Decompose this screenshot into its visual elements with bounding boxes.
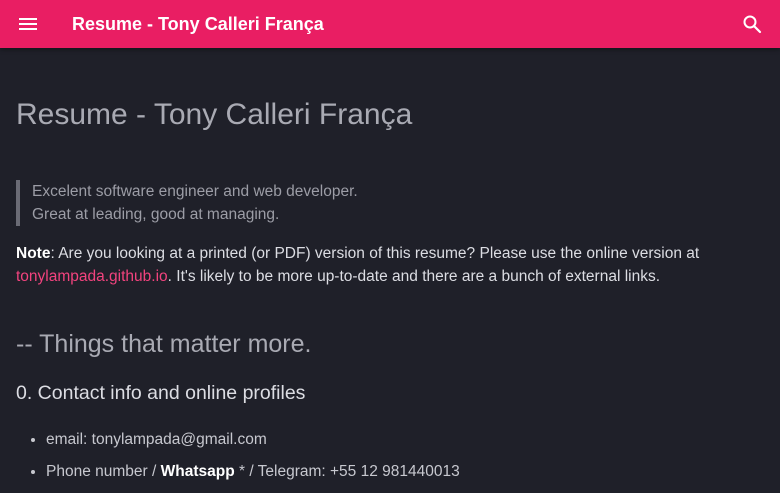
menu-icon	[19, 18, 37, 30]
note-paragraph: Note: Are you looking at a printed (or P…	[16, 242, 764, 288]
whatsapp-label: Whatsapp	[160, 463, 235, 480]
phone-prefix: Phone number /	[46, 463, 161, 480]
quote-line-2: Great at leading, good at managing.	[32, 206, 280, 223]
email-text: email: tonylampada@gmail.com	[46, 431, 267, 448]
section-heading: -- Things that matter more.	[16, 330, 312, 358]
subsection-heading: 0. Contact info and online profiles	[16, 382, 306, 404]
list-item-email: email: tonylampada@gmail.com	[46, 424, 460, 456]
contact-list: email: tonylampada@gmail.com Phone numbe…	[16, 424, 460, 488]
top-app-bar: Resume - Tony Calleri França	[0, 0, 780, 48]
quote-line-1: Excelent software engineer and web devel…	[32, 183, 358, 200]
phone-suffix: * / Telegram: +55 12 981440013	[234, 463, 460, 480]
online-version-link[interactable]: tonylampada.github.io	[16, 268, 168, 285]
menu-button[interactable]	[16, 12, 40, 36]
summary-blockquote: Excelent software engineer and web devel…	[16, 180, 358, 226]
app-bar-title: Resume - Tony Calleri França	[72, 14, 324, 34]
search-icon	[743, 15, 762, 34]
page-title: Resume - Tony Calleri França	[16, 98, 413, 131]
search-button[interactable]	[740, 12, 764, 36]
note-text-2: . It's likely to be more up-to-date and …	[167, 268, 661, 285]
list-item-phone: Phone number / Whatsapp * / Telegram: +5…	[46, 456, 460, 488]
note-text-1: : Are you looking at a printed (or PDF) …	[50, 245, 700, 262]
note-label: Note	[16, 245, 51, 262]
